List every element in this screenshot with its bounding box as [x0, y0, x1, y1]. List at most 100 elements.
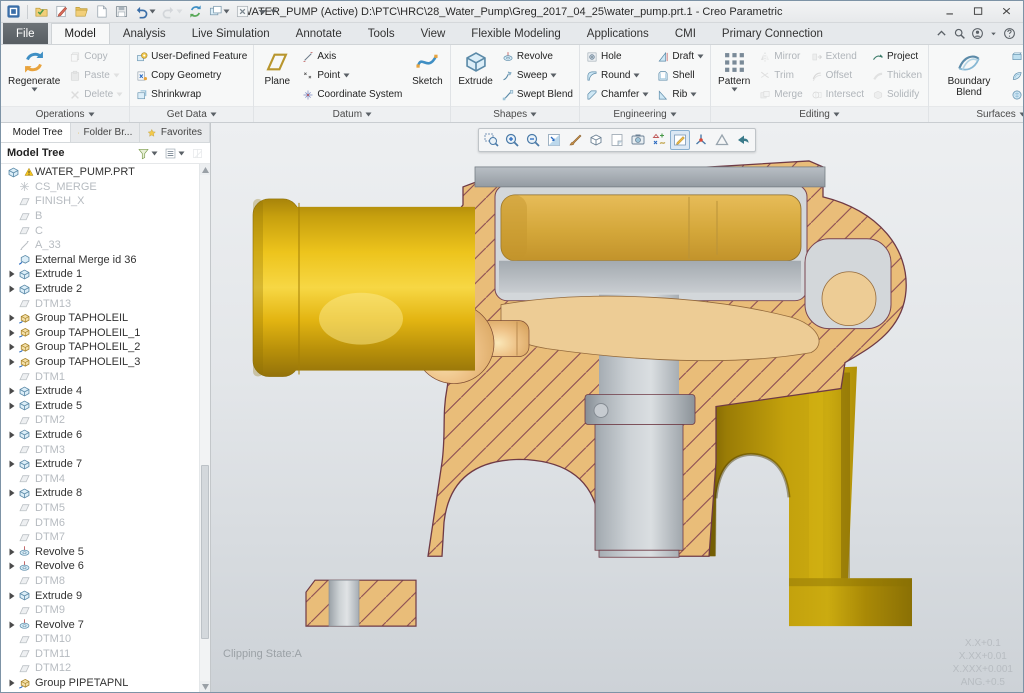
zoom-in-button[interactable]: [502, 130, 522, 150]
undo-button[interactable]: [132, 3, 158, 21]
tree-item-dtm10[interactable]: DTM10: [1, 632, 199, 647]
expand-icon[interactable]: [6, 343, 17, 351]
axis-button[interactable]: Axis: [299, 47, 405, 66]
search-button[interactable]: [953, 27, 966, 40]
expand-icon[interactable]: [6, 621, 17, 629]
extrude-button[interactable]: Extrude: [454, 47, 496, 87]
zoom-region-button[interactable]: [481, 130, 501, 150]
tree-filter-button[interactable]: [137, 147, 158, 160]
app-button[interactable]: [4, 3, 23, 21]
saved-orientations-button[interactable]: [628, 130, 648, 150]
group-label-datum[interactable]: Datum: [254, 106, 450, 122]
user-defined-feature-button[interactable]: User-Defined Feature: [133, 47, 250, 66]
tree-item-water-pump-prt[interactable]: WATER_PUMP.PRT: [1, 165, 199, 180]
open-button[interactable]: [72, 3, 91, 21]
tree-item-group-pipetapnl[interactable]: Group PIPETAPNL: [1, 676, 199, 691]
rib-button[interactable]: Rib: [654, 85, 707, 104]
tree-item-a-33[interactable]: A_33: [1, 238, 199, 253]
tab-live-simulation[interactable]: Live Simulation: [179, 23, 283, 44]
tree-settings-button[interactable]: [164, 147, 185, 160]
tree-item-dtm7[interactable]: DTM7: [1, 530, 199, 545]
event-manager-button[interactable]: [52, 3, 71, 21]
tree-item-extrude-1[interactable]: Extrude 1: [1, 267, 199, 282]
style-button[interactable]: Style: [1008, 66, 1023, 85]
expand-icon[interactable]: [6, 431, 17, 439]
panel-tab-folder-br[interactable]: Folder Br...: [71, 123, 141, 142]
tree-item-dtm5[interactable]: DTM5: [1, 501, 199, 516]
draft-button[interactable]: Draft: [654, 47, 707, 66]
tab-model[interactable]: Model: [51, 23, 110, 44]
display-style-button[interactable]: [586, 130, 606, 150]
regenerate-quick-button[interactable]: [186, 3, 205, 21]
tree-item-group-tapholeil[interactable]: Group TAPHOLEIL: [1, 311, 199, 326]
expand-icon[interactable]: [6, 489, 17, 497]
point-button[interactable]: Point: [299, 66, 405, 85]
tab-primary-connection[interactable]: Primary Connection: [709, 23, 836, 44]
tree-item-external-merge-id-36[interactable]: External Merge id 36: [1, 253, 199, 268]
tree-item-extrude-2[interactable]: Extrude 2: [1, 282, 199, 297]
expand-icon[interactable]: [6, 270, 17, 278]
expand-icon[interactable]: [6, 548, 17, 556]
tree-item-extrude-8[interactable]: Extrude 8: [1, 486, 199, 501]
panel-tab-model-tree[interactable]: Model Tree: [1, 123, 71, 142]
freestyle-button[interactable]: Freestyle: [1008, 85, 1023, 104]
group-label-operations[interactable]: Operations: [1, 106, 129, 122]
coordinate-system-button[interactable]: Coordinate System: [299, 85, 405, 104]
tree-item-c[interactable]: C: [1, 223, 199, 238]
tree-item-dtm13[interactable]: DTM13: [1, 296, 199, 311]
expand-icon[interactable]: [6, 329, 17, 337]
tree-item-group-tapholeil-3[interactable]: Group TAPHOLEIL_3: [1, 355, 199, 370]
tree-item-revolve-6[interactable]: Revolve 6: [1, 559, 199, 574]
collapse-ribbon-button[interactable]: [935, 27, 948, 40]
new-button[interactable]: [92, 3, 111, 21]
zoom-out-button[interactable]: [523, 130, 543, 150]
copy-geometry-button[interactable]: Copy Geometry: [133, 66, 250, 85]
maximize-button[interactable]: [965, 3, 992, 20]
expand-icon[interactable]: [6, 402, 17, 410]
expand-icon[interactable]: [6, 679, 17, 687]
tab-cmi[interactable]: CMI: [662, 23, 709, 44]
refit-button[interactable]: [544, 130, 564, 150]
tree-item-dtm12[interactable]: DTM12: [1, 661, 199, 676]
annotation-display-button[interactable]: [670, 130, 690, 150]
sweep-button[interactable]: Sweep: [499, 66, 576, 85]
tab-view[interactable]: View: [408, 23, 459, 44]
scroll-up-icon[interactable]: [200, 164, 210, 175]
minimize-button[interactable]: [937, 3, 964, 20]
group-label-engineering[interactable]: Engineering: [580, 106, 710, 122]
shell-button[interactable]: Shell: [654, 66, 707, 85]
tree-item-dtm2[interactable]: DTM2: [1, 413, 199, 428]
pump-model-3d-view[interactable]: [211, 123, 1023, 692]
tree-item-group-tapholeil-1[interactable]: Group TAPHOLEIL_1: [1, 326, 199, 341]
plane-button[interactable]: Plane: [257, 47, 297, 87]
expand-icon[interactable]: [6, 460, 17, 468]
panel-tab-favorites[interactable]: Favorites: [140, 123, 210, 142]
tree-item-finish-x[interactable]: FINISH_X: [1, 194, 199, 209]
tree-item-extrude-9[interactable]: Extrude 9: [1, 588, 199, 603]
select-working-directory-button[interactable]: [32, 3, 51, 21]
tab-tools[interactable]: Tools: [355, 23, 408, 44]
group-label-surfaces[interactable]: Surfaces: [929, 106, 1023, 122]
sketch-button[interactable]: Sketch: [407, 47, 447, 87]
tree-item-revolve-7[interactable]: Revolve 7: [1, 617, 199, 632]
tree-scrollbar[interactable]: [199, 164, 210, 692]
expand-icon[interactable]: [6, 387, 17, 395]
pattern-button[interactable]: Pattern: [714, 47, 754, 92]
expand-icon[interactable]: [6, 562, 17, 570]
capture-tool-button[interactable]: [733, 130, 753, 150]
tree-item-extrude-4[interactable]: Extrude 4: [1, 384, 199, 399]
save-button[interactable]: [112, 3, 131, 21]
window-switch-button[interactable]: [206, 3, 232, 21]
tree-item-extrude-5[interactable]: Extrude 5: [1, 399, 199, 414]
project-button[interactable]: Project: [869, 47, 925, 66]
close-window-button[interactable]: [233, 3, 252, 21]
chamfer-button[interactable]: Chamfer: [583, 85, 652, 104]
tree-item-extrude-7[interactable]: Extrude 7: [1, 457, 199, 472]
round-button[interactable]: Round: [583, 66, 652, 85]
hole-button[interactable]: Hole: [583, 47, 652, 66]
tab-applications[interactable]: Applications: [574, 23, 662, 44]
group-label-editing[interactable]: Editing: [711, 106, 928, 122]
datum-display-filters-button[interactable]: [649, 130, 669, 150]
tree-item-cs-merge[interactable]: CS_MERGE: [1, 180, 199, 195]
expand-icon[interactable]: [6, 285, 17, 293]
